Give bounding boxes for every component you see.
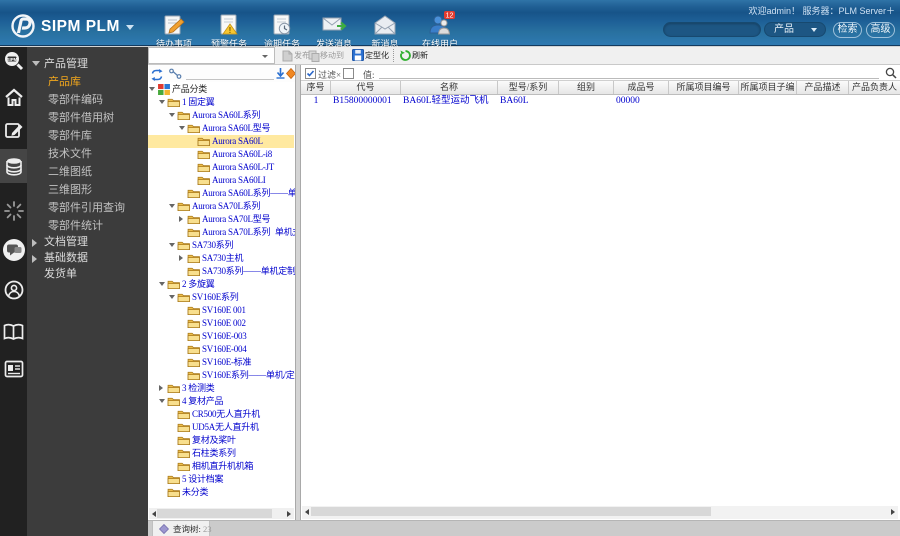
svg-text:12: 12 (446, 13, 454, 20)
svg-text:!: ! (229, 26, 232, 35)
svg-text:SIPM: SIPM (6, 57, 17, 62)
